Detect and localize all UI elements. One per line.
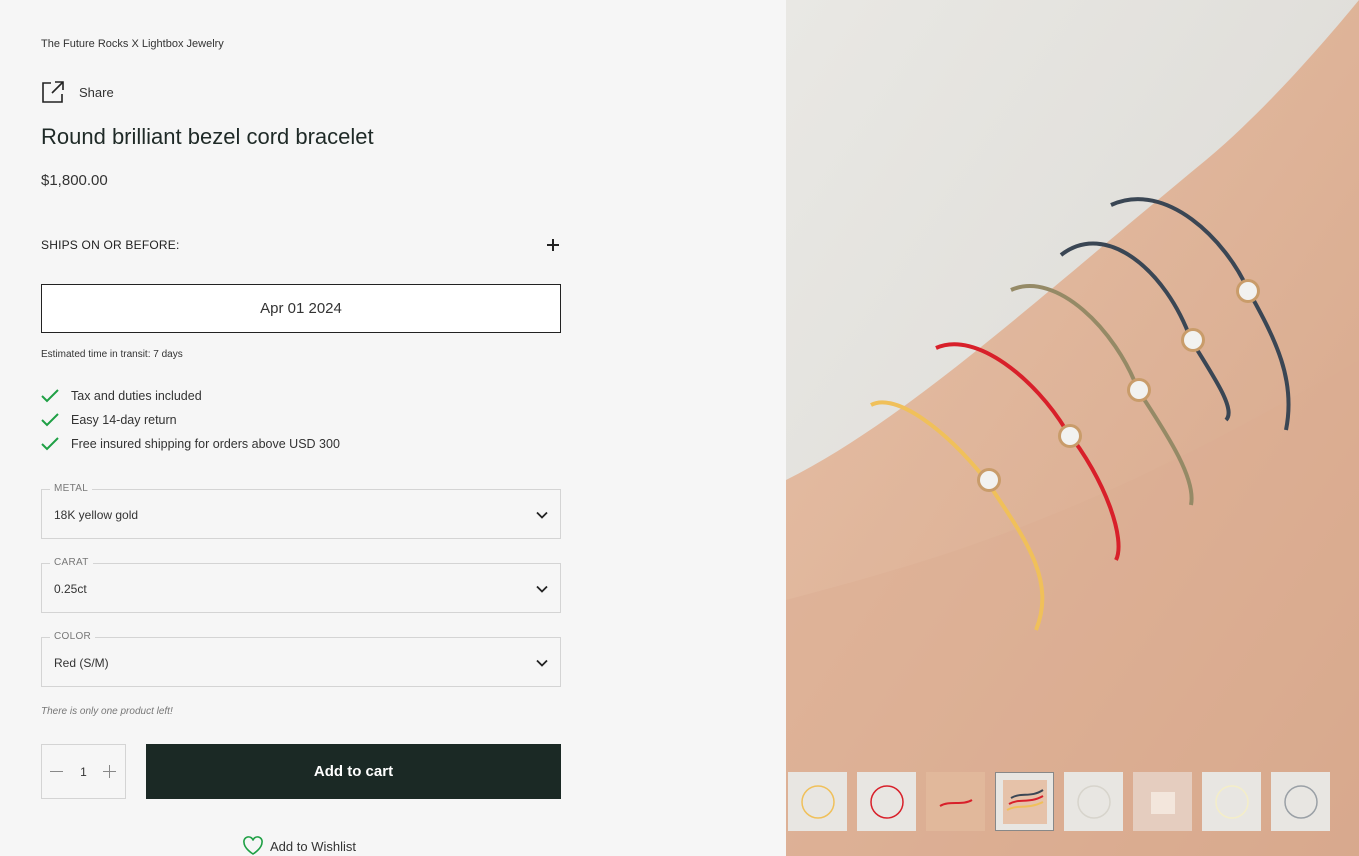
transit-text: Estimated time in transit: 7 days <box>41 349 183 360</box>
share-label: Share <box>79 84 114 100</box>
feature-item: Easy 14-day return <box>41 408 340 432</box>
thumbnail-bracelet-grey <box>1283 784 1318 819</box>
product-image[interactable] <box>786 0 1359 856</box>
thumbnail-bracelet-gold <box>1214 784 1249 819</box>
heart-icon <box>243 836 263 855</box>
feature-text: Easy 14-day return <box>71 413 177 427</box>
share-button[interactable]: Share <box>41 80 114 104</box>
color-select-value: Red (S/M) <box>54 656 109 670</box>
plus-icon <box>547 238 561 252</box>
chevron-down-icon <box>536 511 548 519</box>
check-icon <box>41 389 59 403</box>
thumbnail-packaging <box>1150 791 1175 814</box>
increase-quantity-button[interactable] <box>102 764 118 780</box>
ships-toggle[interactable]: SHIPS ON OR BEFORE: <box>41 238 561 252</box>
thumbnail-wrist-red <box>938 798 973 807</box>
thumbnail-strip <box>788 772 1330 831</box>
feature-text: Tax and duties included <box>71 389 202 403</box>
feature-list: Tax and duties included Easy 14-day retu… <box>41 384 340 456</box>
metal-select[interactable]: METAL 18K yellow gold <box>41 483 561 539</box>
metal-select-label: METAL <box>50 483 93 494</box>
thumbnail-item[interactable] <box>926 772 985 831</box>
carat-select-label: CARAT <box>50 557 93 568</box>
thumbnail-item[interactable] <box>1271 772 1330 831</box>
thumbnail-bracelet-white <box>1076 784 1111 819</box>
add-to-cart-button[interactable]: Add to cart <box>146 744 561 799</box>
metal-select-value: 18K yellow gold <box>54 508 139 522</box>
color-select-label: COLOR <box>50 631 96 642</box>
share-icon <box>42 81 64 103</box>
quantity-value[interactable]: 1 <box>80 765 87 779</box>
thumbnail-bracelet-red <box>869 784 904 819</box>
feature-item: Free insured shipping for orders above U… <box>41 432 340 456</box>
add-to-wishlist-button[interactable]: Add to Wishlist <box>242 836 356 856</box>
wishlist-label: Add to Wishlist <box>270 838 356 854</box>
thumbnail-item[interactable] <box>1064 772 1123 831</box>
product-photo-svg <box>786 0 1359 856</box>
product-info-panel: The Future Rocks X Lightbox Jewelry Shar… <box>0 0 786 856</box>
thumbnail-item[interactable] <box>857 772 916 831</box>
thumbnail-item[interactable] <box>1133 772 1192 831</box>
thumbnail-wrist-stack <box>1002 779 1047 824</box>
chevron-down-icon <box>536 585 548 593</box>
carat-select-value: 0.25ct <box>54 582 87 596</box>
check-icon <box>41 437 59 451</box>
color-select[interactable]: COLOR Red (S/M) <box>41 631 561 687</box>
decrease-quantity-button[interactable] <box>49 764 65 780</box>
brand-name: The Future Rocks X Lightbox Jewelry <box>41 38 224 50</box>
stock-note: There is only one product left! <box>41 706 173 717</box>
carat-select[interactable]: CARAT 0.25ct <box>41 557 561 613</box>
chevron-down-icon <box>536 659 548 667</box>
feature-item: Tax and duties included <box>41 384 340 408</box>
quantity-stepper: 1 <box>41 744 126 799</box>
ship-date-box: Apr 01 2024 <box>41 284 561 333</box>
product-price: $1,800.00 <box>41 172 108 189</box>
feature-text: Free insured shipping for orders above U… <box>71 437 340 451</box>
thumbnail-item-active[interactable] <box>995 772 1054 831</box>
check-icon <box>41 413 59 427</box>
thumbnail-item[interactable] <box>788 772 847 831</box>
thumbnail-bracelet-yellow <box>800 784 835 819</box>
ships-label: SHIPS ON OR BEFORE: <box>41 238 180 252</box>
product-title: Round brilliant bezel cord bracelet <box>41 124 374 149</box>
thumbnail-item[interactable] <box>1202 772 1261 831</box>
